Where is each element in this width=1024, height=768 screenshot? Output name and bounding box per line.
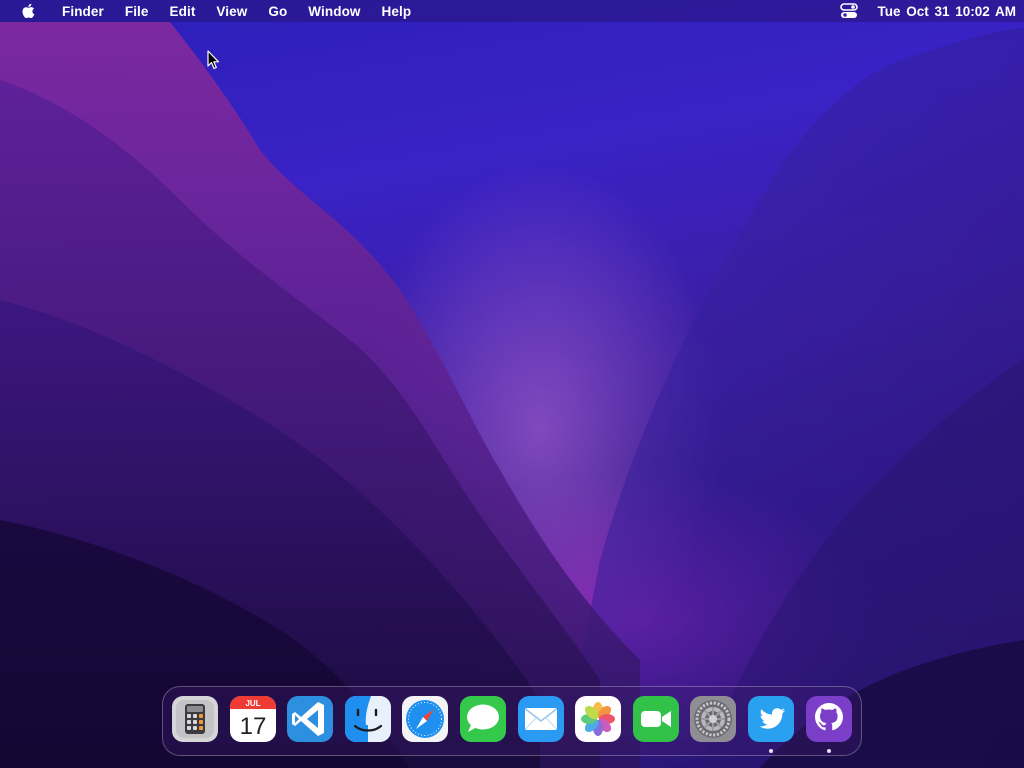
dock-app-mail[interactable] xyxy=(517,695,565,743)
finder-icon xyxy=(344,696,391,742)
calendar-icon: JUL 17 xyxy=(229,696,276,742)
wallpaper xyxy=(0,22,1024,768)
menu-window[interactable]: Window xyxy=(308,4,360,19)
mail-icon xyxy=(517,696,564,742)
dock-app-calculator[interactable] xyxy=(171,695,219,743)
dock: JUL 17 xyxy=(162,686,862,756)
vscode-icon xyxy=(287,696,334,742)
running-indicator xyxy=(826,749,831,753)
menu-file[interactable]: File xyxy=(125,4,149,19)
messages-icon xyxy=(459,696,506,742)
calendar-month: JUL xyxy=(245,699,260,708)
dock-app-calendar[interactable]: JUL 17 xyxy=(229,695,277,743)
menu-finder[interactable]: Finder xyxy=(62,4,104,19)
running-indicator xyxy=(768,749,773,753)
facetime-icon xyxy=(632,696,679,742)
safari-icon xyxy=(402,696,449,742)
system-preferences-icon xyxy=(690,696,737,742)
github-icon xyxy=(805,696,852,742)
dock-app-messages[interactable] xyxy=(459,695,507,743)
menu-bar-clock[interactable]: Tue Oct 31 10:02 AM xyxy=(877,4,1016,19)
dock-app-twitter[interactable] xyxy=(747,695,795,753)
twitter-icon xyxy=(747,696,794,742)
menu-edit[interactable]: Edit xyxy=(170,4,196,19)
menu-bar: Finder File Edit View Go Window Help Tue… xyxy=(0,0,1024,22)
calendar-day: 17 xyxy=(239,713,266,740)
control-center-icon[interactable] xyxy=(839,2,859,20)
menu-help[interactable]: Help xyxy=(382,4,412,19)
apple-icon[interactable] xyxy=(20,2,36,20)
desktop: Finder File Edit View Go Window Help Tue… xyxy=(0,0,1024,768)
dock-app-github[interactable] xyxy=(805,695,853,753)
menu-view[interactable]: View xyxy=(216,4,247,19)
mouse-pointer-icon xyxy=(207,50,220,70)
dock-app-vscode[interactable] xyxy=(286,695,334,743)
dock-app-photos[interactable] xyxy=(574,695,622,743)
photos-icon xyxy=(575,696,622,742)
dock-app-finder[interactable] xyxy=(344,695,392,743)
calculator-icon xyxy=(172,696,218,742)
dock-app-facetime[interactable] xyxy=(632,695,680,743)
menu-go[interactable]: Go xyxy=(268,4,287,19)
dock-app-system-preferences[interactable] xyxy=(689,695,737,743)
dock-app-safari[interactable] xyxy=(401,695,449,743)
